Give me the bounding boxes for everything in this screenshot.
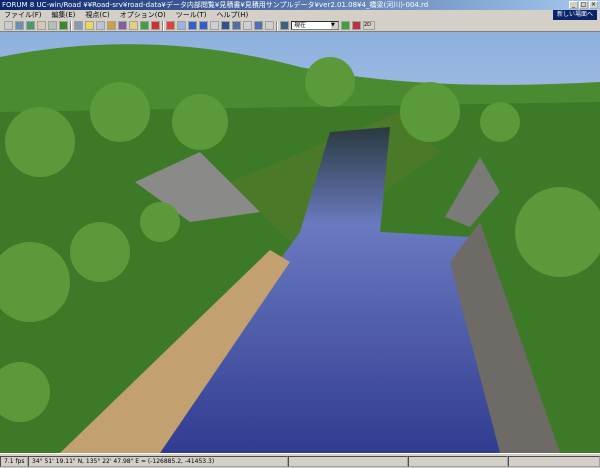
- separator: [70, 20, 72, 31]
- tool-person-icon[interactable]: [48, 21, 57, 30]
- time-select-value: 現在: [294, 22, 307, 29]
- menu-options[interactable]: オプション(O): [120, 10, 166, 20]
- window-title: FORUM 8 UC-win/Road ¥¥Road-srv¥road-data…: [2, 1, 429, 9]
- tool-globe-icon[interactable]: [221, 21, 230, 30]
- tool-tree-icon[interactable]: [59, 21, 68, 30]
- tool-view-icon[interactable]: [352, 21, 361, 30]
- 3d-viewport[interactable]: [0, 32, 600, 453]
- separator: [276, 20, 278, 31]
- coordinates-readout: 34° 51' 19.11" N, 135° 22' 47.98" E = (-…: [28, 455, 288, 467]
- tool-pen-icon[interactable]: [4, 21, 13, 30]
- tool-model-icon[interactable]: [74, 21, 83, 30]
- fps-readout: 7.1 fps: [0, 455, 28, 467]
- tool-map-icon[interactable]: [26, 21, 35, 30]
- tool-move-icon[interactable]: [188, 21, 197, 30]
- menu-bar: ファイル(F) 編集(E) 視点(C) オプション(O) ツール(T) ヘルプ(…: [0, 10, 600, 20]
- status-bar: 7.1 fps 34° 51' 19.11" N, 135° 22' 47.98…: [0, 453, 600, 468]
- tool-stop-icon[interactable]: [265, 21, 274, 30]
- menu-view[interactable]: 視点(C): [85, 10, 109, 20]
- river-scene: [0, 32, 600, 453]
- tool-camera-icon[interactable]: [166, 21, 175, 30]
- maximize-button[interactable]: □: [579, 1, 588, 9]
- menu-edit[interactable]: 編集(E): [52, 10, 76, 20]
- tool-rotate-icon[interactable]: [177, 21, 186, 30]
- tool-material-icon[interactable]: [107, 21, 116, 30]
- tool-drive-icon[interactable]: [254, 21, 263, 30]
- close-button[interactable]: ×: [589, 1, 598, 9]
- tool-vehicle-icon[interactable]: [118, 21, 127, 30]
- status-panel: [288, 455, 408, 467]
- tool-terrain-icon[interactable]: [15, 21, 24, 30]
- status-panel: [508, 455, 600, 467]
- title-bar: FORUM 8 UC-win/Road ¥¥Road-srv¥road-data…: [0, 0, 600, 10]
- toolbar: 現在 ▼ 2D: [0, 20, 600, 32]
- tool-info-icon[interactable]: [232, 21, 241, 30]
- menu-help[interactable]: ヘルプ(H): [216, 10, 248, 20]
- time-select[interactable]: 現在 ▼: [291, 21, 339, 30]
- chevron-down-icon[interactable]: ▼: [331, 22, 338, 29]
- tool-texture-icon[interactable]: [96, 21, 105, 30]
- tool-plant-icon[interactable]: [140, 21, 149, 30]
- tool-flag-icon[interactable]: [151, 21, 160, 30]
- tool-disabled-icon[interactable]: [210, 21, 219, 30]
- toggle-2d-button[interactable]: 2D: [363, 21, 375, 30]
- menu-file[interactable]: ファイル(F): [4, 10, 42, 20]
- menu-tools[interactable]: ツール(T): [176, 10, 207, 20]
- tool-weather-icon[interactable]: [341, 21, 350, 30]
- tool-arrow-icon[interactable]: [199, 21, 208, 30]
- status-panel: [408, 455, 508, 467]
- new-scene-button[interactable]: 新しい場面へ: [552, 10, 597, 20]
- tool-sign-icon[interactable]: [85, 21, 94, 30]
- tool-road-icon[interactable]: [37, 21, 46, 30]
- minimize-button[interactable]: _: [569, 1, 578, 9]
- separator: [162, 20, 164, 31]
- tool-pause-icon[interactable]: [243, 21, 252, 30]
- tool-light-icon[interactable]: [129, 21, 138, 30]
- tool-clock-icon[interactable]: [280, 21, 289, 30]
